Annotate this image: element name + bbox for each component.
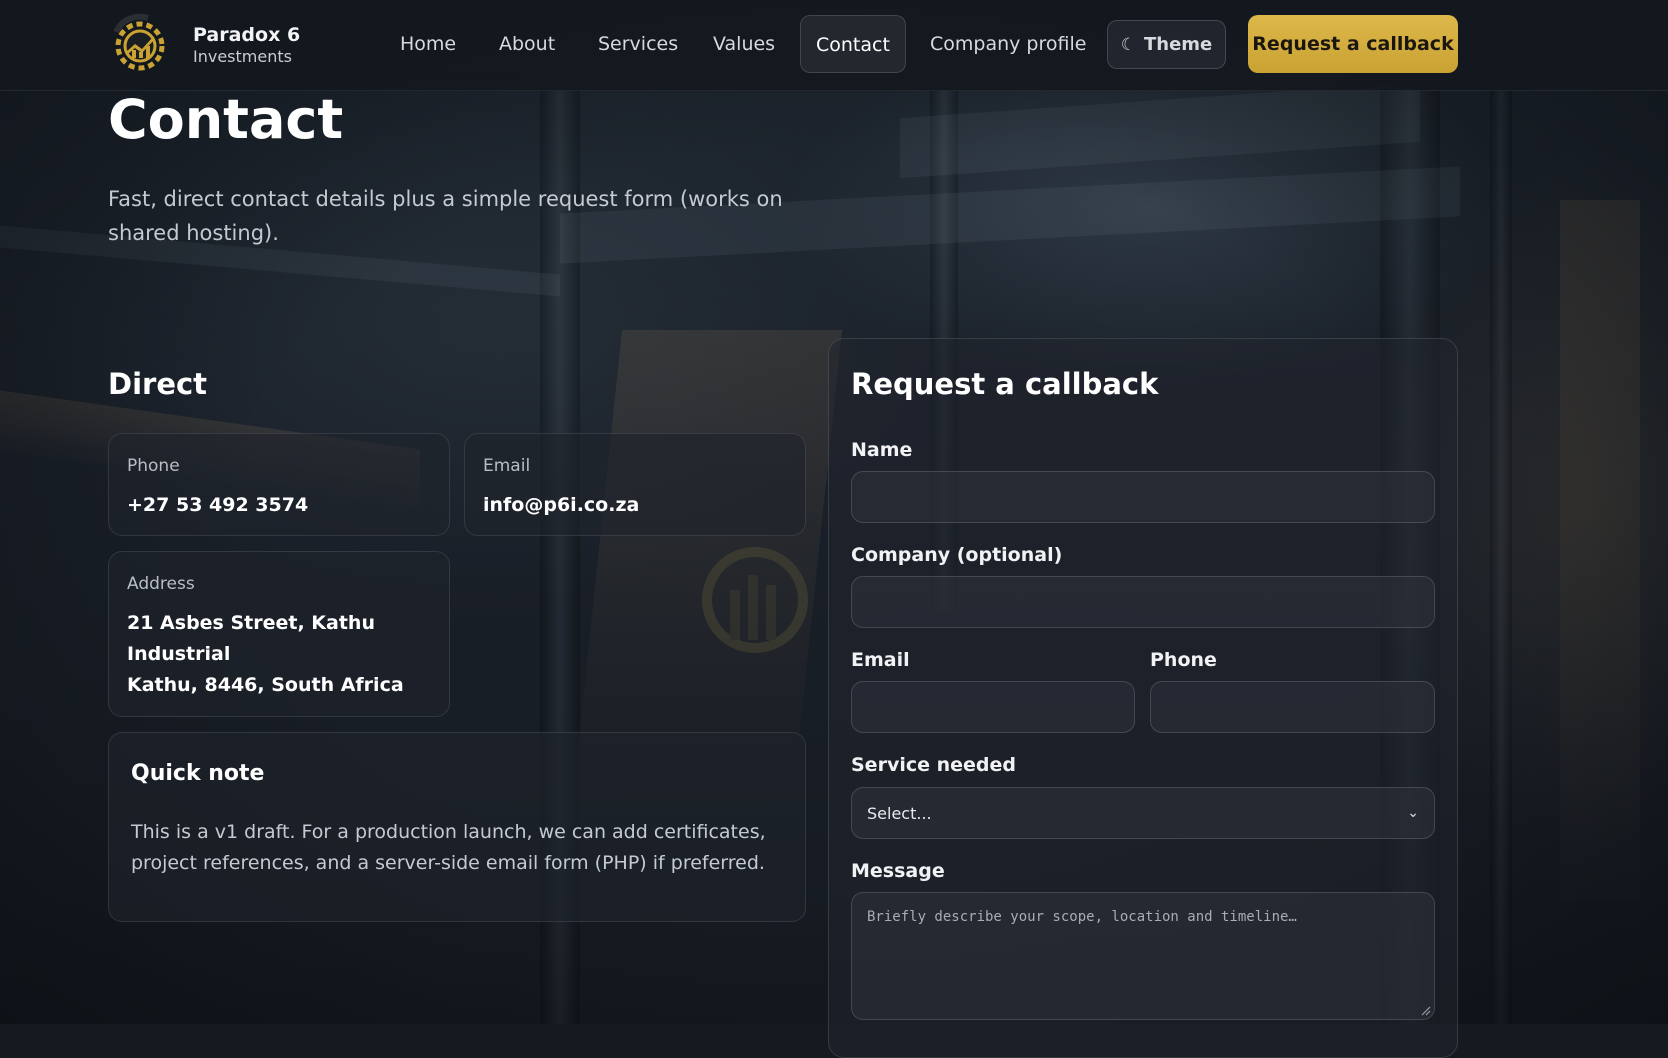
brand-name[interactable]: Paradox 6 [193, 24, 300, 46]
theme-label: Theme [1143, 34, 1213, 55]
phone-input[interactable] [1150, 681, 1435, 733]
email-card: Email info@p6i.co.za [464, 433, 806, 536]
service-label: Service needed [851, 754, 1016, 776]
quick-note-text: This is a v1 draft. For a production lau… [131, 821, 766, 874]
phone-link[interactable]: +27 53 492 3574 [127, 490, 308, 521]
chevron-down-icon: ⌄ [1407, 805, 1419, 821]
email-field-label: Email [851, 649, 910, 671]
service-selected-value: Select... [867, 803, 932, 823]
brand-subtitle: Investments [193, 47, 292, 66]
address-card: Address 21 Asbes Street, Kathu Industria… [108, 551, 450, 717]
nav-home[interactable]: Home [400, 15, 456, 73]
direct-heading: Direct [108, 367, 208, 401]
form-heading: Request a callback [851, 367, 1159, 401]
quick-note-title: Quick note [131, 761, 265, 786]
nav-about[interactable]: About [499, 15, 555, 73]
company-input[interactable] [851, 576, 1435, 628]
page-title: Contact [108, 88, 344, 151]
email-input[interactable] [851, 681, 1135, 733]
nav-contact[interactable]: Contact [800, 15, 906, 73]
company-label: Company (optional) [851, 544, 1063, 566]
phone-card: Phone +27 53 492 3574 [108, 433, 450, 536]
address-line-2: Industrial [127, 643, 231, 665]
name-label: Name [851, 439, 913, 461]
request-callback-button[interactable]: Request a callback [1248, 15, 1458, 73]
message-textarea[interactable] [851, 892, 1435, 1020]
phone-label: Phone [127, 456, 180, 476]
theme-toggle-button[interactable]: ☾ Theme [1107, 20, 1226, 69]
nav-values[interactable]: Values [713, 15, 775, 73]
service-select[interactable]: Select... ⌄ [851, 787, 1435, 839]
address-line-3: Kathu, 8446, South Africa [127, 674, 404, 696]
nav-services[interactable]: Services [598, 15, 678, 73]
page-subtitle: Fast, direct contact details plus a simp… [108, 187, 783, 245]
quick-note-card: Quick note This is a v1 draft. For a pro… [108, 732, 806, 922]
address-line-1: 21 Asbes Street, Kathu [127, 612, 375, 634]
nav-company-profile[interactable]: Company profile [930, 15, 1086, 73]
email-link[interactable]: info@p6i.co.za [483, 490, 639, 521]
moon-icon: ☾ [1120, 34, 1136, 55]
callback-form: Request a callback Name Company (optiona… [828, 338, 1458, 1058]
email-label: Email [483, 456, 531, 476]
resize-grip-icon[interactable] [1419, 1004, 1431, 1016]
address-value: 21 Asbes Street, Kathu Industrial Kathu,… [127, 608, 404, 701]
site-header: Paradox 6 Investments Home About Service… [0, 0, 1668, 91]
address-label: Address [127, 574, 195, 594]
gear-logo-icon[interactable] [108, 12, 172, 76]
message-label: Message [851, 860, 945, 882]
name-input[interactable] [851, 471, 1435, 523]
phone-field-label: Phone [1150, 649, 1217, 671]
